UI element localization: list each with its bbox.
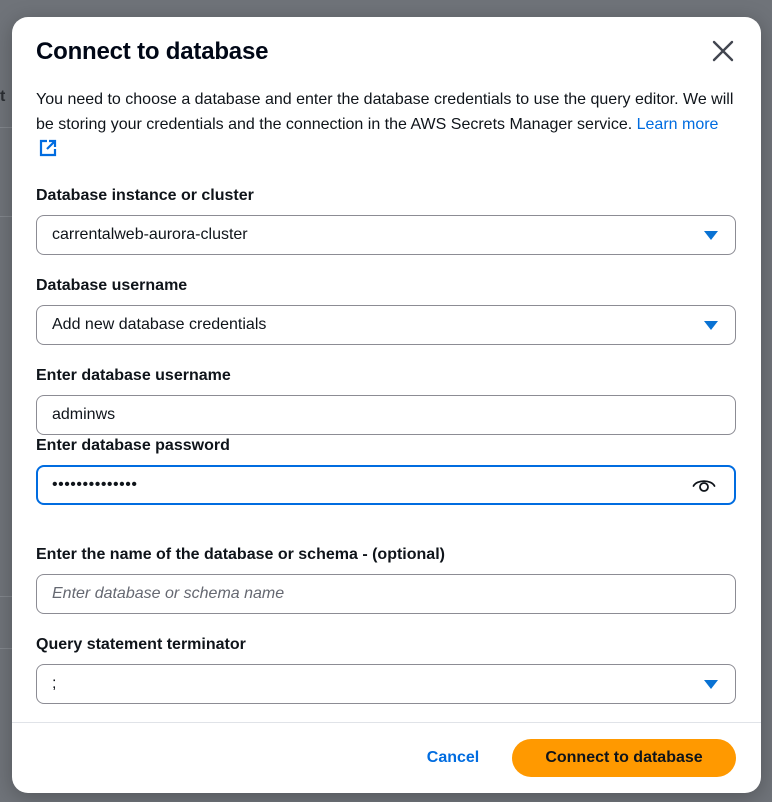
dialog-description: You need to choose a database and enter …: [36, 87, 737, 162]
caret-down-icon: [704, 680, 718, 689]
username-select-value: Add new database credentials: [52, 316, 267, 333]
eye-icon[interactable]: [692, 477, 716, 493]
username-input-field: Enter database username adminws: [36, 365, 736, 435]
external-link-icon: [39, 139, 57, 157]
username-select-field: Database username Add new database crede…: [36, 275, 736, 345]
dialog-header: Connect to database: [36, 35, 737, 71]
dialog-title: Connect to database: [36, 38, 269, 65]
caret-down-icon: [704, 321, 718, 330]
background-divider: [0, 127, 12, 128]
background-divider: [0, 596, 12, 597]
caret-down-icon: [704, 231, 718, 240]
schema-input[interactable]: Enter database or schema name: [36, 574, 736, 614]
username-input-value: adminws: [52, 406, 116, 423]
learn-more-label: Learn more: [636, 116, 719, 133]
terminator-select-value: ;: [52, 675, 57, 692]
schema-label: Enter the name of the database or schema…: [36, 546, 445, 563]
username-input[interactable]: adminws: [36, 395, 736, 435]
dialog-body: You need to choose a database and enter …: [36, 87, 737, 162]
username-input-label: Enter database username: [36, 367, 231, 384]
schema-field: Enter the name of the database or schema…: [36, 544, 736, 614]
instance-select-value: carrentalweb-aurora-cluster: [52, 226, 248, 243]
password-input[interactable]: ••••••••••••••: [36, 465, 736, 505]
cancel-button[interactable]: Cancel: [408, 739, 498, 777]
password-value: ••••••••••••••: [52, 476, 138, 493]
password-field: Enter database password ••••••••••••••: [36, 435, 736, 505]
close-button[interactable]: [711, 39, 735, 63]
background-divider: [0, 648, 12, 649]
description-text: You need to choose a database and enter …: [36, 91, 734, 133]
password-label: Enter database password: [36, 437, 230, 454]
background-divider: [0, 216, 12, 217]
username-select[interactable]: Add new database credentials: [36, 305, 736, 345]
connect-database-dialog: Connect to database You need to choose a…: [12, 17, 761, 793]
background-text: t: [0, 88, 6, 105]
instance-select[interactable]: carrentalweb-aurora-cluster: [36, 215, 736, 255]
instance-label: Database instance or cluster: [36, 187, 254, 204]
terminator-field: Query statement terminator ;: [36, 634, 736, 704]
schema-placeholder: Enter database or schema name: [52, 585, 285, 602]
username-select-label: Database username: [36, 277, 188, 294]
footer-divider: [12, 722, 761, 723]
terminator-select[interactable]: ;: [36, 664, 736, 704]
close-icon: [712, 40, 734, 62]
terminator-label: Query statement terminator: [36, 636, 246, 653]
connect-to-database-button[interactable]: Connect to database: [512, 739, 736, 777]
instance-field: Database instance or cluster carrentalwe…: [36, 185, 736, 255]
